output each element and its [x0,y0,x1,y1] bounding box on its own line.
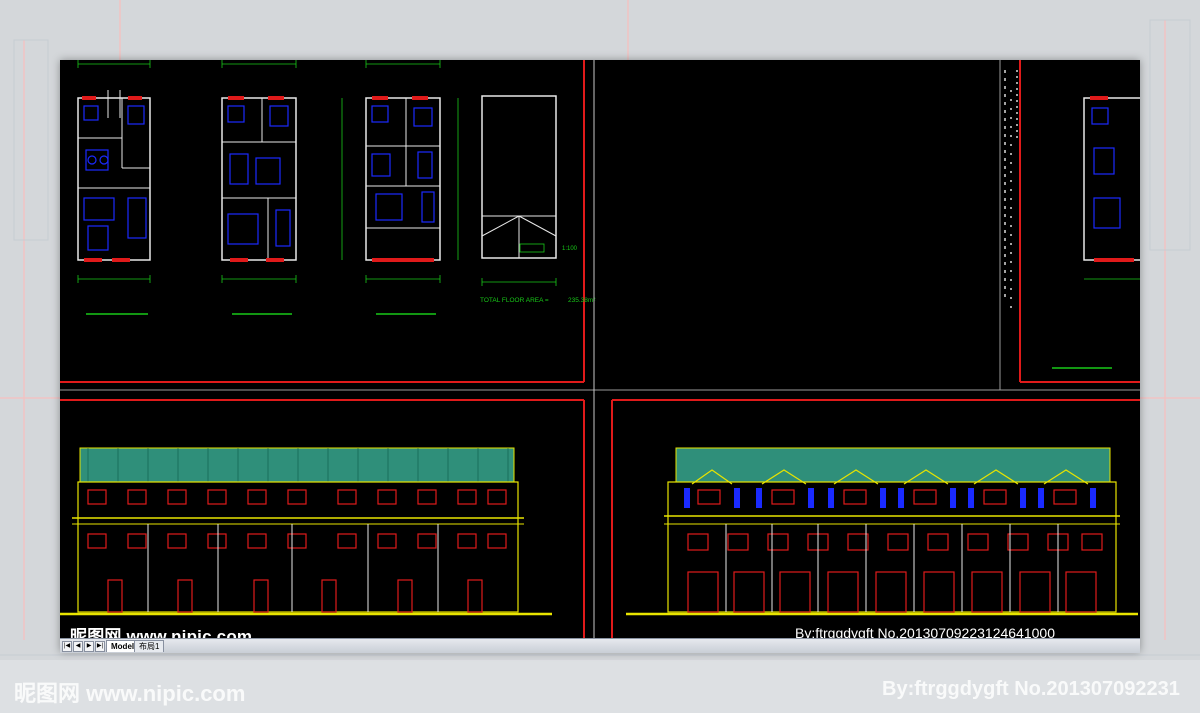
layout-tab-bar: |◀ ◀ ▶ ▶| Model 布局1 [60,638,1140,653]
roof-plan: 1:100 [481,95,578,286]
next-tab-icon[interactable]: ▶ [84,641,94,652]
first-tab-icon[interactable]: |◀ [62,641,72,652]
floor-plan-2 [221,60,297,315]
cad-drawing-canvas[interactable]: 1:100 TOTAL FLOOR AREA = 235.38m² [60,60,1140,638]
last-tab-icon[interactable]: ▶| [95,641,105,652]
background-watermark-right: By:ftrggdygft No.201307092231 [882,678,1180,700]
elevation-left [60,447,552,616]
cad-window: 1:100 TOTAL FLOOR AREA = 235.38m² 昵图网 ww… [60,60,1140,653]
total-floor-area-label: TOTAL FLOOR AREA = [480,297,549,304]
floor-plan-3 [341,60,459,315]
floor-plan-right [1052,96,1140,369]
floor-plan-1 [77,60,151,315]
background-watermark-left: 昵图网 www.nipic.com [14,681,246,706]
prev-tab-icon[interactable]: ◀ [73,641,83,652]
tab-layout-1[interactable]: 布局1 [134,640,165,652]
elevation-right [626,447,1138,616]
scale-label: 1:100 [562,246,578,252]
total-floor-area-value: 235.38m² [568,297,596,304]
